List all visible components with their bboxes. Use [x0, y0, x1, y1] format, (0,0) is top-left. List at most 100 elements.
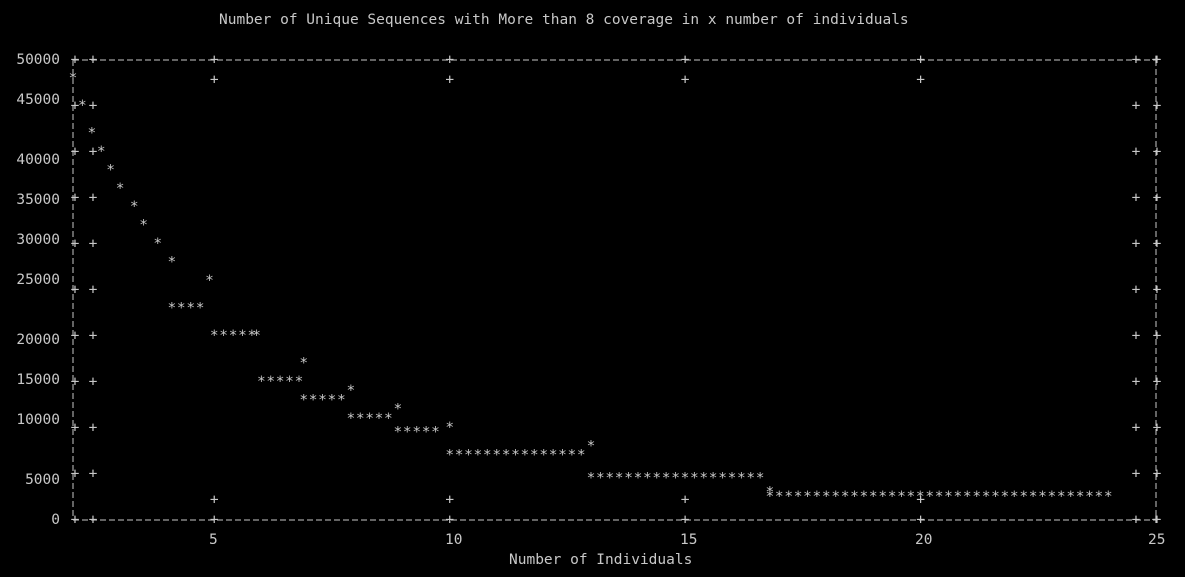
- y-tick-label: 20000: [16, 332, 60, 348]
- y-tick-mark: +: [89, 190, 98, 206]
- data-point: *: [916, 489, 925, 505]
- x-tick-mark: +: [916, 72, 925, 88]
- data-point: *: [822, 489, 831, 505]
- y-tick-mark: +: [1132, 420, 1141, 436]
- y-tick-mark: +: [89, 98, 98, 114]
- data-point: *: [511, 448, 520, 464]
- y-tick-mark: +: [89, 512, 98, 528]
- y-tick-mark: +: [89, 420, 98, 436]
- data-point: *: [168, 300, 177, 316]
- y-tick-mark: +: [89, 282, 98, 298]
- data-point: *: [384, 411, 393, 427]
- x-tick-mark: +: [445, 52, 454, 68]
- data-point: *: [403, 425, 412, 441]
- y-tick-mark: +: [1153, 328, 1162, 344]
- data-point: *: [539, 448, 548, 464]
- data-point: *: [116, 181, 125, 197]
- data-point: *: [177, 300, 186, 316]
- x-tick-label: 10: [445, 532, 463, 548]
- data-point: *: [746, 471, 755, 487]
- data-point: *: [662, 471, 671, 487]
- x-tick-mark: +: [1152, 52, 1161, 68]
- y-tick-label: 0: [51, 512, 60, 528]
- data-point: *: [1104, 489, 1113, 505]
- data-point: *: [502, 448, 511, 464]
- data-point: *: [1010, 489, 1019, 505]
- data-point: *: [794, 489, 803, 505]
- x-tick-label: 25: [1148, 532, 1166, 548]
- y-tick-mark: +: [71, 420, 80, 436]
- y-tick-label: 40000: [16, 152, 60, 168]
- data-point: *: [139, 218, 148, 234]
- data-point: *: [431, 425, 440, 441]
- data-point: *: [954, 489, 963, 505]
- y-tick-mark: +: [71, 190, 80, 206]
- y-tick-mark: +: [89, 236, 98, 252]
- data-point: *: [577, 448, 586, 464]
- data-point: *: [356, 411, 365, 427]
- data-point: *: [328, 392, 337, 408]
- y-tick-label: 10000: [16, 412, 60, 428]
- data-point: *: [652, 471, 661, 487]
- data-point: *: [422, 425, 431, 441]
- data-point: *: [238, 328, 247, 344]
- x-tick-mark: +: [916, 52, 925, 68]
- y-tick-mark: +: [89, 374, 98, 390]
- data-point: *: [1066, 489, 1075, 505]
- data-point: *: [229, 328, 238, 344]
- data-point: *: [318, 392, 327, 408]
- x-tick-mark: +: [210, 72, 219, 88]
- y-tick-mark: +: [71, 236, 80, 252]
- data-point: *: [257, 374, 266, 390]
- y-tick-mark: +: [1153, 190, 1162, 206]
- data-point: *: [671, 471, 680, 487]
- y-tick-mark: +: [1153, 466, 1162, 482]
- y-tick-mark: +: [1153, 374, 1162, 390]
- data-point: *: [907, 489, 916, 505]
- x-tick-mark: +: [445, 72, 454, 88]
- data-point: *: [756, 471, 765, 487]
- data-point: *: [530, 448, 539, 464]
- y-tick-mark: +: [89, 466, 98, 482]
- data-point: *: [728, 471, 737, 487]
- data-point: *: [1085, 489, 1094, 505]
- data-point: *: [295, 374, 304, 390]
- y-tick-mark: +: [1153, 144, 1162, 160]
- y-tick-mark: +: [1132, 466, 1141, 482]
- x-tick-label: 5: [209, 532, 218, 548]
- data-point: *: [587, 438, 596, 454]
- y-tick-mark: +: [1132, 144, 1141, 160]
- data-point: *: [1057, 489, 1066, 505]
- data-point: *: [276, 374, 285, 390]
- data-point: *: [972, 489, 981, 505]
- data-point: *: [186, 300, 195, 316]
- x-tick-mark: +: [445, 512, 454, 528]
- y-tick-label: 30000: [16, 232, 60, 248]
- data-point: *: [492, 448, 501, 464]
- data-point: *: [196, 300, 205, 316]
- data-point: *: [605, 471, 614, 487]
- data-point: *: [474, 448, 483, 464]
- data-point: *: [205, 273, 214, 289]
- data-point: *: [878, 489, 887, 505]
- data-point: *: [394, 425, 403, 441]
- data-point: *: [445, 448, 454, 464]
- data-point: *: [1029, 489, 1038, 505]
- data-point: *: [558, 448, 567, 464]
- data-point: *: [1001, 489, 1010, 505]
- data-point: *: [483, 448, 492, 464]
- x-tick-mark: +: [681, 52, 690, 68]
- x-tick-label: 20: [915, 532, 933, 548]
- data-point: *: [813, 489, 822, 505]
- data-point: *: [106, 162, 115, 178]
- x-axis-label: Number of Individuals: [509, 552, 693, 568]
- data-point: *: [991, 489, 1000, 505]
- y-tick-label: 50000: [16, 52, 60, 68]
- y-tick-mark: +: [1132, 98, 1141, 114]
- data-point: *: [568, 448, 577, 464]
- x-tick-mark: +: [681, 72, 690, 88]
- data-point: *: [210, 328, 219, 344]
- y-tick-label: 35000: [16, 192, 60, 208]
- data-point: *: [718, 471, 727, 487]
- x-tick-label: 15: [680, 532, 698, 548]
